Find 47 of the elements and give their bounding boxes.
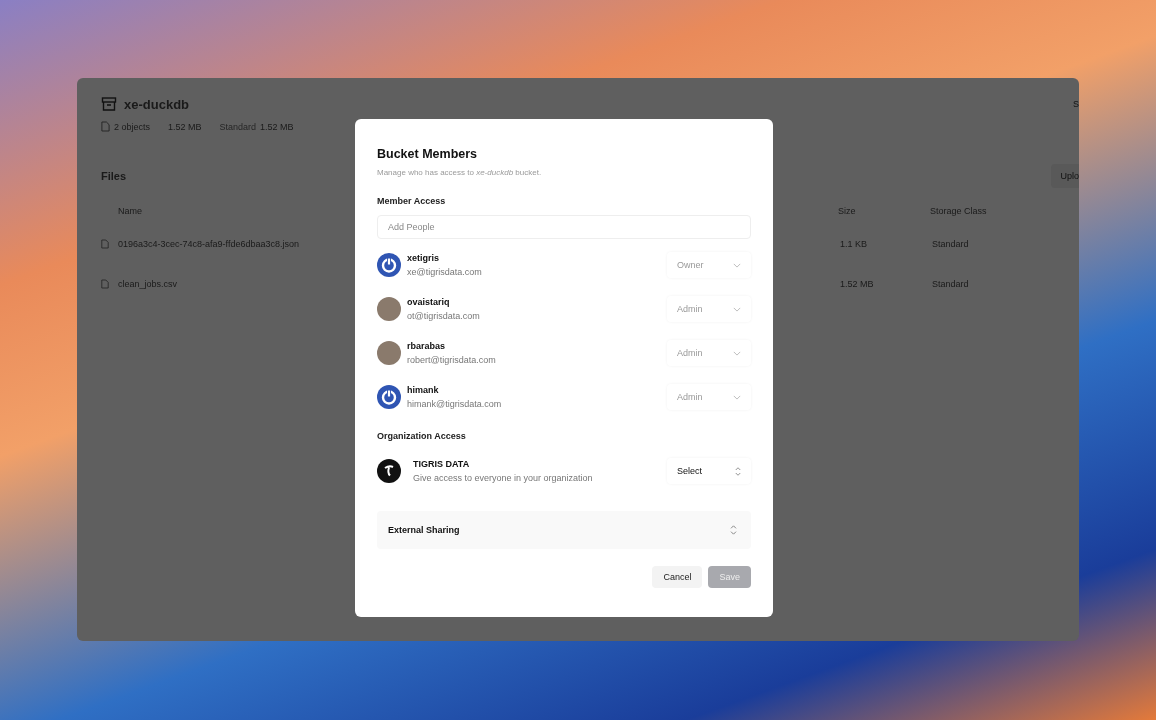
organization-description: Give access to everyone in your organization [413, 473, 594, 483]
column-header: Name [118, 206, 143, 216]
member-email: himank@tigrisdata.com [407, 399, 503, 409]
cancel-button[interactable]: Cancel [652, 566, 703, 588]
object-count: 2 objects [114, 121, 151, 132]
bucket-name: xe-duckdb [124, 96, 189, 112]
table-cell-text: Standard [932, 239, 970, 249]
upload-button[interactable]: Uplo [1051, 164, 1079, 188]
up-down-chevron-icon [735, 466, 741, 476]
chevron-down-icon [733, 350, 741, 356]
add-people-field[interactable]: Add People [377, 215, 751, 239]
bucket-size: 1.52 MB [168, 121, 202, 132]
section-label: Member Access [377, 196, 447, 206]
avatar [377, 341, 401, 365]
section-title: Files [101, 170, 127, 182]
table-cell-text: 1.52 MB [840, 279, 875, 289]
member-email: robert@tigrisdata.com [407, 355, 497, 365]
member-name: ovaistariq [407, 297, 451, 307]
up-down-chevron-icon [730, 525, 737, 535]
file-icon [101, 279, 109, 289]
member-name: xetigris [407, 253, 440, 263]
chevron-down-icon [733, 394, 741, 400]
organization-name: TIGRIS DATA [413, 459, 471, 469]
external-sharing-toggle[interactable]: External Sharing [377, 511, 751, 549]
avatar-logo-icon [377, 385, 401, 409]
section-label: Organization Access [377, 431, 467, 441]
avatar-logo-icon [377, 253, 401, 277]
dialog-subtitle: Manage who has access to xe-duckdb bucket. [377, 168, 543, 177]
member-name: rbarabas [407, 341, 447, 351]
member-email: xe@tigrisdata.com [407, 267, 483, 277]
file-icon [101, 121, 110, 132]
access-select[interactable]: Select [667, 458, 751, 484]
member-email: ot@tigrisdata.com [407, 311, 481, 321]
member-name: himank [407, 385, 440, 395]
table-cell-text: 1.1 KB [840, 239, 869, 249]
dialog-title: Bucket Members [377, 147, 479, 161]
archive-icon [101, 96, 117, 112]
avatar [377, 297, 401, 321]
top-right-button[interactable]: S [1073, 99, 1079, 109]
file-icon [101, 239, 109, 249]
column-header: Size [838, 206, 857, 216]
storage-size: 1.52 MB [260, 121, 294, 132]
column-header: Storage Class [930, 206, 988, 216]
table-cell-text: Standard [932, 279, 970, 289]
chevron-down-icon [733, 262, 741, 268]
chevron-down-icon [733, 306, 741, 312]
organization-logo-icon [377, 459, 401, 483]
